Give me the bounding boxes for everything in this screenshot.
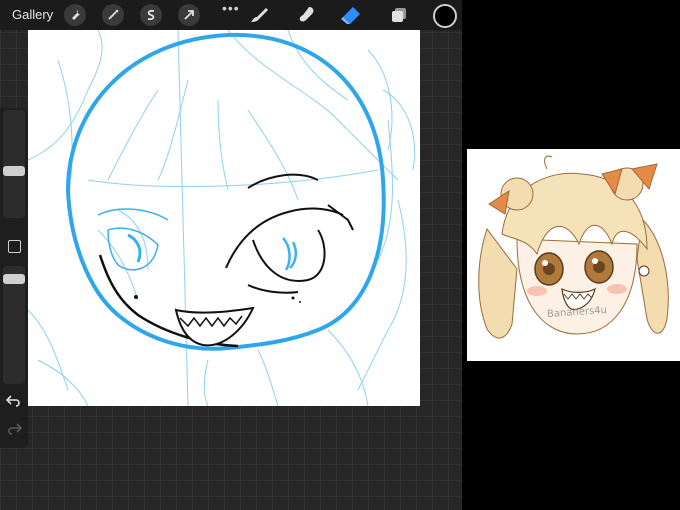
left-sidebar xyxy=(0,108,28,448)
sketch-artwork xyxy=(28,30,415,406)
modify-button[interactable] xyxy=(8,240,21,253)
more-dots-icon[interactable]: ••• xyxy=(222,0,240,16)
smudge-icon[interactable] xyxy=(296,4,318,26)
gallery-button[interactable]: Gallery xyxy=(12,7,53,22)
undo-icon[interactable] xyxy=(5,394,22,408)
reference-character-art xyxy=(478,155,669,339)
selection-s-icon[interactable] xyxy=(140,4,162,26)
top-toolbar: Gallery ••• xyxy=(0,0,462,30)
color-picker[interactable] xyxy=(433,4,457,28)
procreate-app: Gallery ••• xyxy=(0,0,462,510)
brush-icon[interactable] xyxy=(248,4,270,26)
brush-size-thumb[interactable] xyxy=(3,166,25,176)
opacity-thumb[interactable] xyxy=(3,274,25,284)
reference-image: Bananers4u xyxy=(467,149,680,361)
layers-icon[interactable] xyxy=(388,4,410,26)
magic-wand-icon[interactable] xyxy=(102,4,124,26)
brush-size-slider[interactable] xyxy=(3,110,25,218)
redo-icon[interactable] xyxy=(6,422,23,436)
transform-arrow-icon[interactable] xyxy=(178,4,200,26)
wrench-icon[interactable] xyxy=(64,4,86,26)
drawing-canvas[interactable] xyxy=(28,30,420,406)
eraser-icon[interactable] xyxy=(340,4,362,26)
